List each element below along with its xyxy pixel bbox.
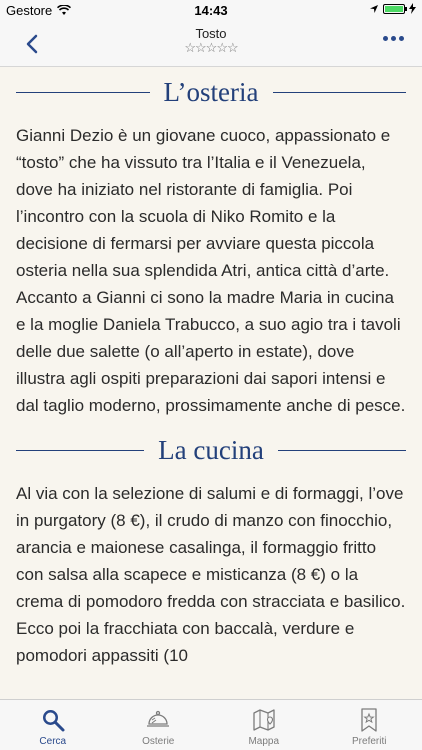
section-heading-cucina: La cucina — [16, 435, 406, 466]
heading-rule-right — [277, 450, 406, 451]
heading-rule-left — [16, 450, 145, 451]
search-icon — [42, 710, 65, 732]
more-options-icon[interactable] — [383, 36, 404, 41]
heading-rule-right — [272, 92, 407, 93]
section-heading-osteria: L’osteria — [16, 77, 407, 108]
location-arrow-icon — [370, 4, 378, 13]
more-dot — [383, 36, 388, 41]
tab-label: Cerca — [39, 736, 67, 747]
more-dot — [391, 36, 396, 41]
more-dot — [399, 36, 404, 41]
section-title: La cucina — [158, 435, 264, 465]
nav-title: Tosto — [195, 26, 227, 41]
rating-stars: ☆☆☆☆☆ — [184, 40, 238, 55]
cloche-icon — [147, 710, 170, 727]
tab-cerca[interactable]: Cerca — [0, 700, 106, 750]
nav-title-block: Tosto ☆☆☆☆☆ — [0, 26, 422, 55]
tab-label: Preferiti — [352, 736, 387, 747]
status-time: 14:43 — [194, 3, 228, 18]
map-icon — [253, 709, 275, 731]
section-title: L’osteria — [163, 77, 259, 107]
section-paragraph: Gianni Dezio è un giovane cuoco, appassi… — [16, 126, 406, 415]
heading-rule-left — [16, 92, 150, 93]
charging-bolt-icon — [409, 3, 416, 14]
bookmark-star-icon — [361, 708, 377, 732]
navigation-bar: Tosto ☆☆☆☆☆ — [0, 22, 422, 67]
battery-icon — [383, 3, 407, 14]
status-right — [369, 3, 416, 14]
tab-mappa[interactable]: Mappa — [211, 700, 317, 750]
tab-osterie[interactable]: Osterie — [106, 700, 212, 750]
tab-bar: Cerca Osterie Mappa Preferiti — [0, 699, 422, 750]
status-bar: Gestore 14:43 — [0, 0, 422, 22]
tab-label: Osterie — [142, 736, 175, 747]
tab-label: Mappa — [248, 736, 280, 747]
article-content[interactable]: L’osteria Gianni Dezio è un giovane cuoc… — [0, 67, 422, 700]
tab-preferiti[interactable]: Preferiti — [317, 700, 422, 750]
section-paragraph: Al via con la selezione di salumi e di f… — [16, 484, 406, 665]
